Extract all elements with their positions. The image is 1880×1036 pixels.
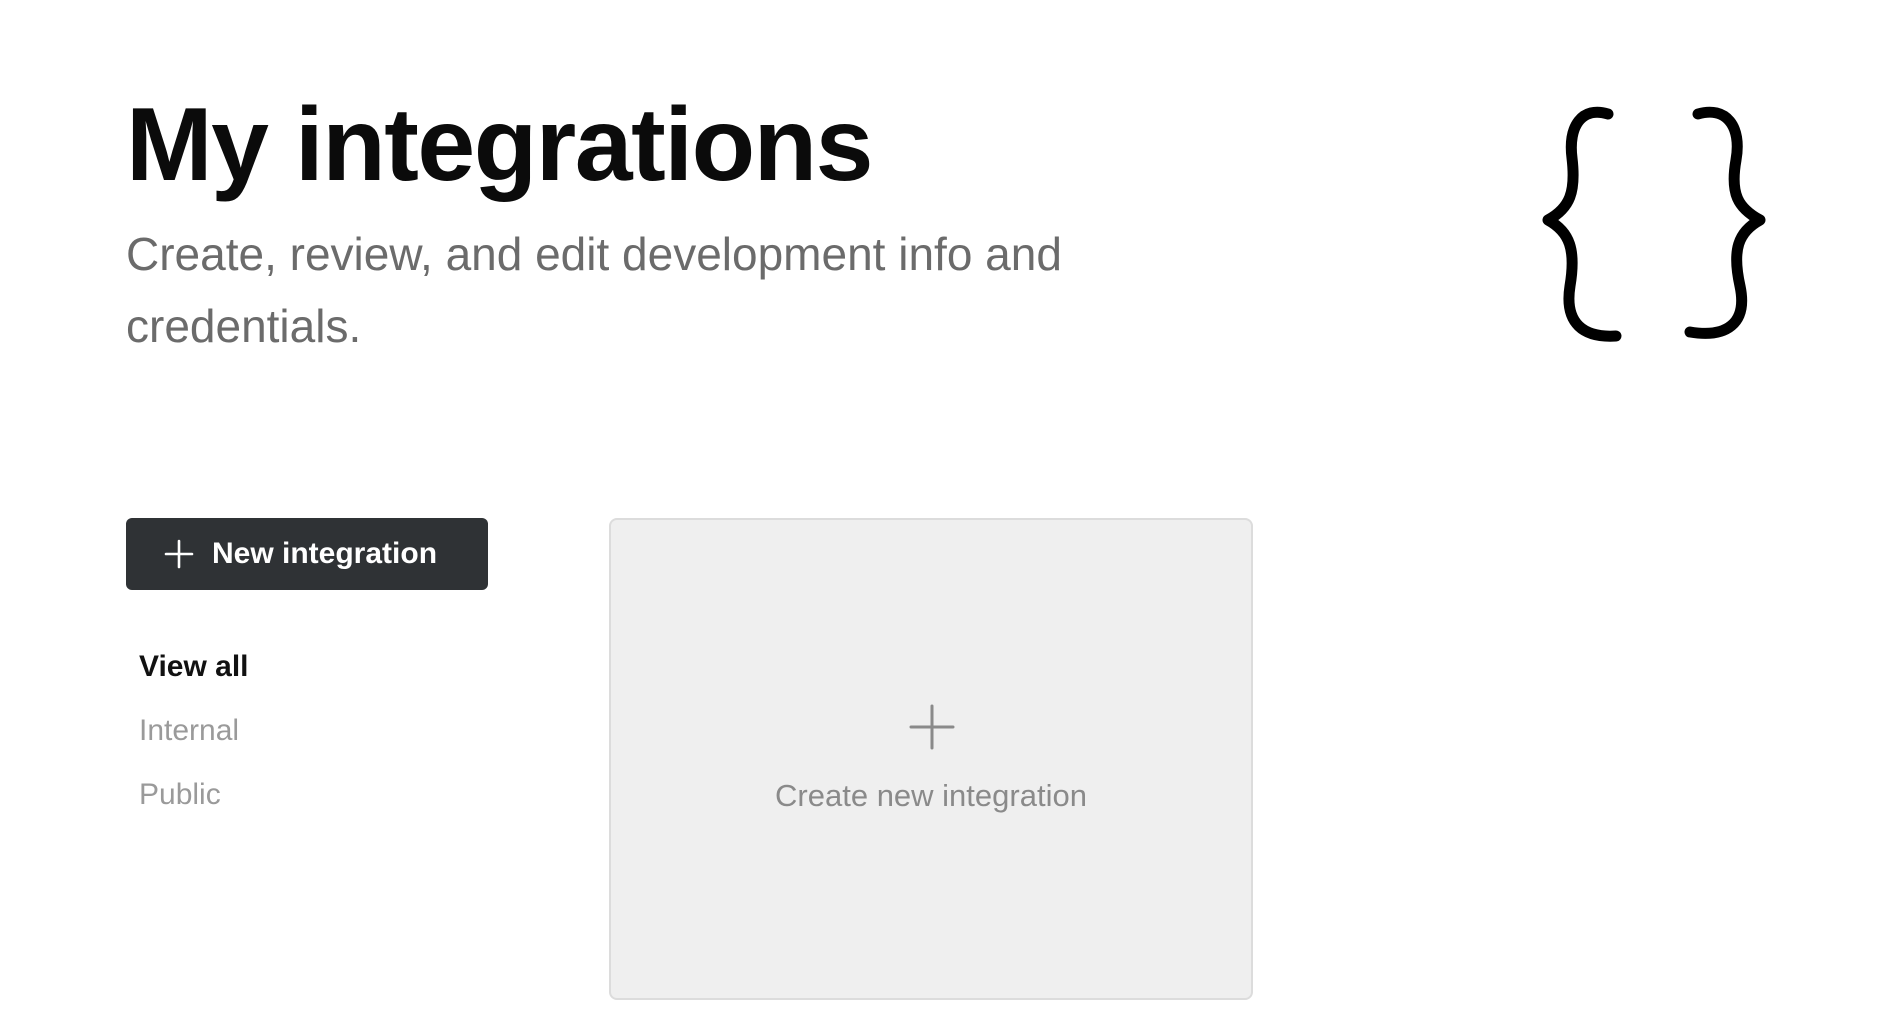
filter-public[interactable]: Public	[139, 772, 249, 836]
create-new-integration-label: Create new integration	[775, 778, 1087, 813]
filter-view-all[interactable]: View all	[139, 644, 249, 708]
plus-icon	[164, 539, 194, 569]
page-subtitle: Create, review, and edit development inf…	[126, 228, 1062, 352]
plus-icon	[909, 704, 955, 750]
new-integration-button[interactable]: New integration	[126, 518, 488, 590]
new-integration-label: New integration	[212, 537, 438, 570]
create-new-integration-card[interactable]: Create new integration	[609, 518, 1253, 1000]
filter-internal[interactable]: Internal	[139, 708, 249, 772]
page-title: My integrations	[126, 87, 874, 203]
filter-list: View all Internal Public	[139, 644, 249, 836]
curly-braces-icon	[1542, 106, 1766, 342]
